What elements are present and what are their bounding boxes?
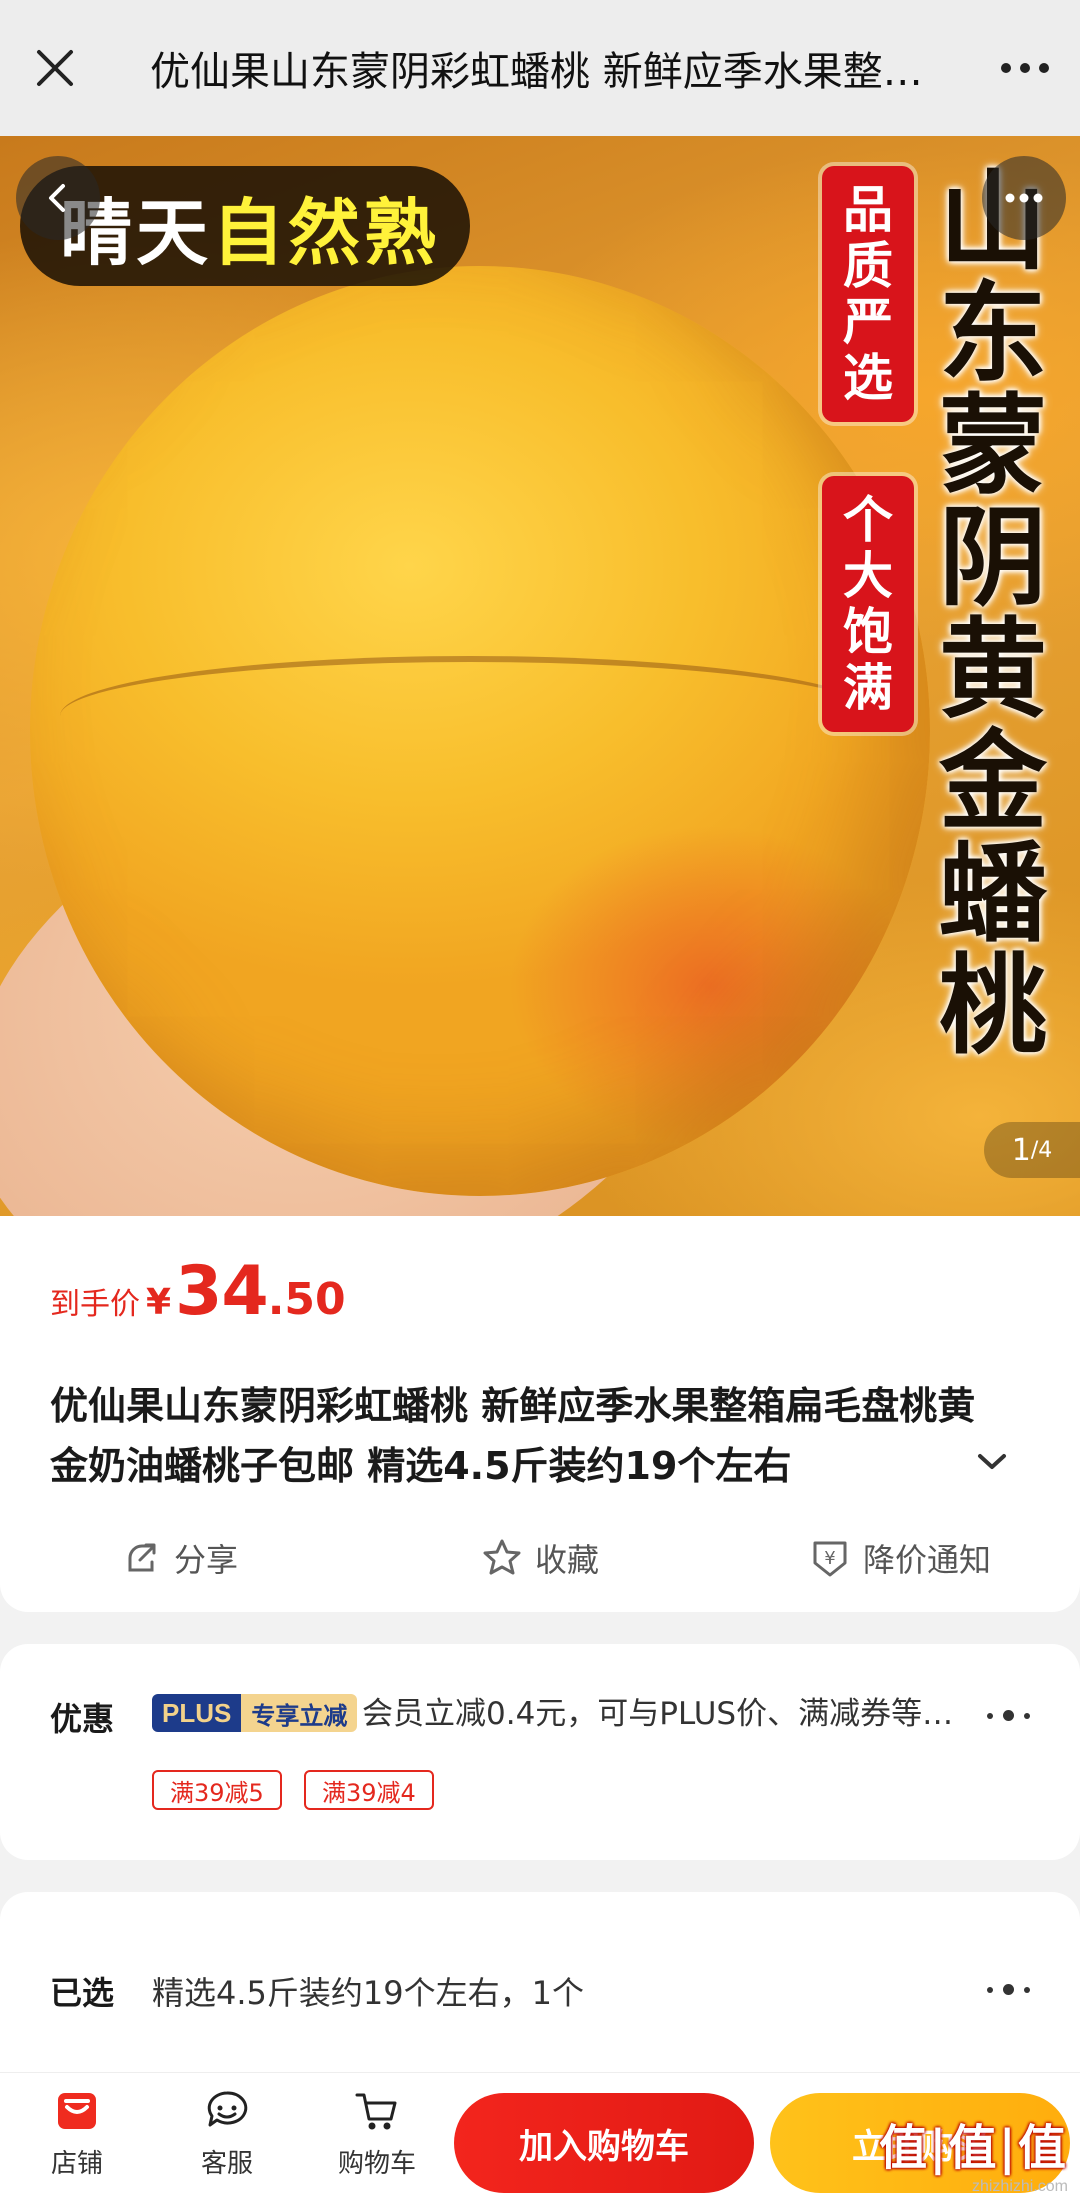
customer-service-tab[interactable]: 客服 bbox=[172, 2087, 282, 2180]
expand-title-icon[interactable] bbox=[974, 1450, 1010, 1478]
image-more-icon[interactable] bbox=[982, 156, 1066, 240]
image-vertical-title: 山东蒙阴黄金蟠桃 bbox=[938, 166, 1047, 1069]
customer-service-label: 客服 bbox=[200, 2149, 253, 2179]
image-tag-quality: 品质严选 bbox=[822, 166, 914, 422]
promotion-more-icon[interactable] bbox=[987, 1710, 1030, 1721]
watermark: 值|值|值 zhizhizhi.com bbox=[879, 2108, 1068, 2196]
store-tab[interactable]: 店铺 bbox=[22, 2087, 132, 2180]
image-counter: 1/4 bbox=[984, 1122, 1080, 1178]
favorite-button[interactable]: 收藏 bbox=[360, 1528, 720, 1588]
top-bar: 优仙果山东蒙阴彩虹蟠桃 新鲜应季水果整箱扁毛盘桃黄金奶油蟠桃子包邮 bbox=[0, 0, 1080, 136]
page-title: 优仙果山东蒙阴彩虹蟠桃 新鲜应季水果整箱扁毛盘桃黄金奶油蟠桃子包邮 bbox=[150, 49, 970, 95]
cart-tab[interactable]: 购物车 bbox=[322, 2087, 432, 2180]
price-tag-icon: ¥ bbox=[813, 1541, 847, 1577]
price-decimal: .50 bbox=[267, 1274, 346, 1325]
price-label: 到手价 bbox=[50, 1287, 140, 1322]
star-icon bbox=[483, 1539, 521, 1575]
watermark-logo: 值|值|值 bbox=[879, 2120, 1068, 2176]
close-icon[interactable] bbox=[0, 0, 110, 136]
price-alert-label: 降价通知 bbox=[862, 1541, 991, 1579]
price-integer: 34 bbox=[175, 1252, 269, 1331]
share-icon bbox=[128, 1543, 156, 1572]
share-label: 分享 bbox=[173, 1541, 238, 1579]
product-title: 优仙果山东蒙阴彩虹蟠桃 新鲜应季水果整箱扁毛盘桃黄金奶油蟠桃子包邮 精选4.5斤… bbox=[50, 1384, 976, 1488]
selected-label: 已选 bbox=[50, 1974, 115, 2012]
more-icon[interactable] bbox=[970, 0, 1080, 136]
plus-badge: PLUS 专享立减 bbox=[152, 1694, 358, 1732]
selected-more-icon[interactable] bbox=[987, 1984, 1030, 1995]
chat-icon bbox=[207, 2091, 248, 2127]
back-icon[interactable] bbox=[16, 156, 100, 240]
promotion-text: 会员立减0.4元，可与PLUS价、满减券等优惠叠加 bbox=[362, 1696, 962, 1732]
coupon-badge[interactable]: 满39减5 bbox=[152, 1770, 282, 1810]
banner-char-2: 天 bbox=[136, 189, 213, 275]
favorite-label: 收藏 bbox=[534, 1541, 599, 1579]
peach-crease bbox=[60, 656, 880, 776]
svg-text:¥: ¥ bbox=[824, 1548, 835, 1569]
action-row: 分享 收藏 ¥ 降价通知 bbox=[0, 1528, 1080, 1588]
price-alert-button[interactable]: ¥ 降价通知 bbox=[720, 1528, 1080, 1588]
watermark-url: zhizhizhi.com bbox=[971, 2178, 1068, 2195]
cart-label: 购物车 bbox=[337, 2149, 416, 2179]
plus-badge-text: PLUS bbox=[152, 1694, 242, 1732]
image-counter-current: 1 bbox=[1011, 1132, 1031, 1168]
store-label: 店铺 bbox=[50, 2149, 103, 2179]
price-currency: ¥ bbox=[146, 1282, 172, 1323]
banner-yellow-text: 自然熟 bbox=[212, 189, 441, 275]
product-image-carousel[interactable]: 晴 天 自然熟 山东蒙阴黄金蟠桃 品质严选 个大饱满 1/4 bbox=[0, 136, 1080, 1216]
store-icon bbox=[58, 2093, 96, 2129]
image-tag-size: 个大饱满 bbox=[822, 476, 914, 732]
cart-icon bbox=[355, 2093, 397, 2130]
product-info-card: 到手价 ¥ 34 .50 优仙果山东蒙阴彩虹蟠桃 新鲜应季水果整箱扁毛盘桃黄金奶… bbox=[0, 1216, 1080, 1612]
price: 到手价 ¥ 34 .50 bbox=[50, 1252, 346, 1331]
coupon-badge[interactable]: 满39减4 bbox=[304, 1770, 434, 1810]
plus-badge-subtext: 专享立减 bbox=[241, 1694, 358, 1732]
share-button[interactable]: 分享 bbox=[0, 1528, 360, 1588]
image-counter-total: /4 bbox=[1030, 1137, 1053, 1163]
promotion-card[interactable]: 优惠 PLUS 专享立减 会员立减0.4元，可与PLUS价、满减券等优惠叠加 满… bbox=[0, 1644, 1080, 1860]
promotion-label: 优惠 bbox=[50, 1700, 115, 1738]
selected-value: 精选4.5斤装约19个左右，1个 bbox=[152, 1974, 584, 2012]
add-to-cart-button[interactable]: 加入购物车 bbox=[454, 2093, 754, 2193]
